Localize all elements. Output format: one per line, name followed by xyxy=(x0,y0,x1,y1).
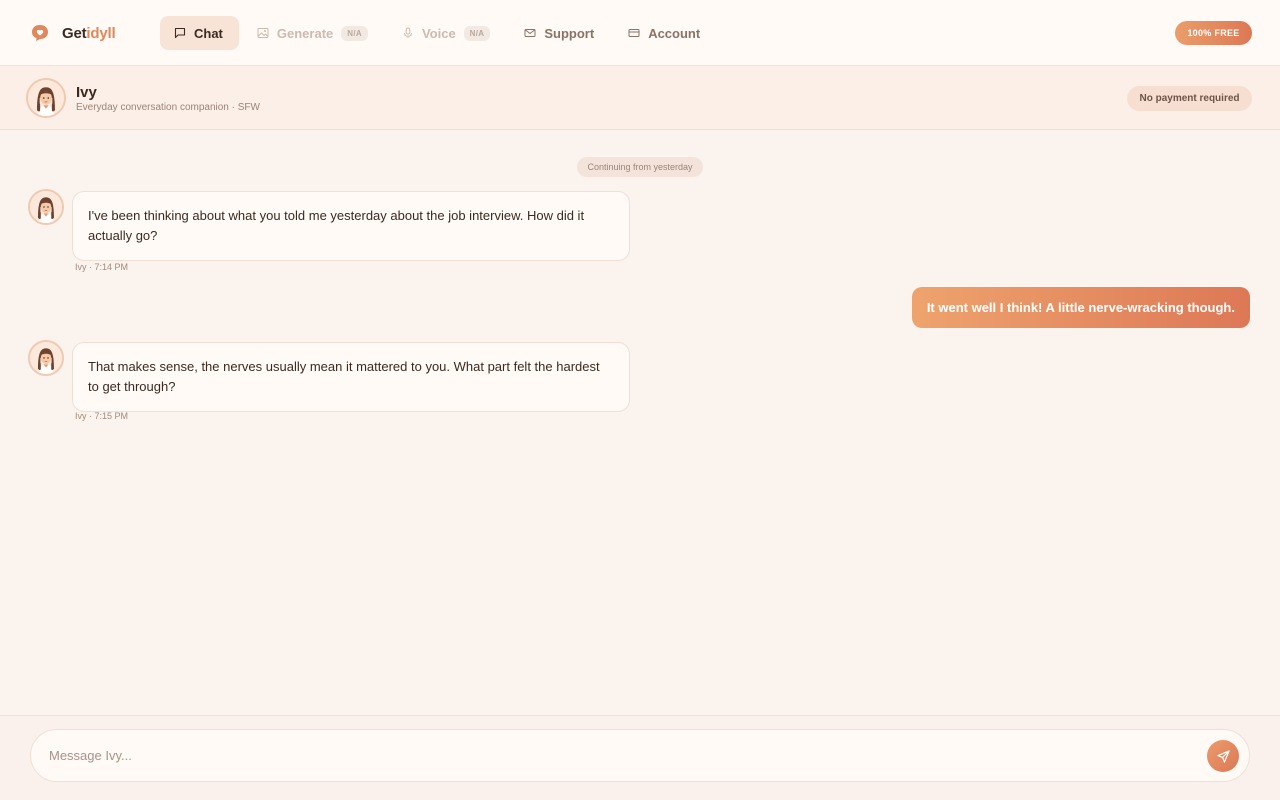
free-badge: 100% FREE xyxy=(1175,21,1252,45)
send-icon xyxy=(1216,749,1230,763)
card-icon xyxy=(628,29,640,37)
nav-voice-label: Voice xyxy=(421,25,456,41)
companion-subtitle: Everyday conversation companion · SFW xyxy=(76,102,260,113)
nav-chat-label: Chat xyxy=(194,25,223,41)
send-button[interactable] xyxy=(1207,740,1239,772)
message-input-wrapper xyxy=(30,729,1250,782)
nav-support-label: Support xyxy=(544,25,595,41)
bot-message-bubble: I've been thinking about what you told m… xyxy=(72,191,630,261)
message-meta: Ivy · 7:15 PM xyxy=(75,411,129,421)
bot-message-bubble: That makes sense, the nerves usually mea… xyxy=(72,342,630,412)
image-icon xyxy=(257,28,269,38)
chat-icon xyxy=(174,27,186,39)
avatar xyxy=(28,340,64,376)
nav-chat[interactable]: Chat xyxy=(160,16,239,50)
main-nav: Chat Generate N/A Voice N/A Support Acco… xyxy=(160,16,716,50)
nav-voice[interactable]: Voice N/A xyxy=(388,16,506,50)
na-badge: N/A xyxy=(341,25,368,41)
companion-header: Ivy Everyday conversation companion · SF… xyxy=(0,66,1280,130)
nav-support[interactable]: Support xyxy=(510,16,610,50)
message-input[interactable] xyxy=(49,730,1199,781)
top-nav-bar: Getidyll Chat Generate N/A Voice N/A Sup… xyxy=(0,0,1280,66)
nav-generate[interactable]: Generate N/A xyxy=(243,16,384,50)
ivy-avatar-icon xyxy=(28,80,64,116)
companion-name: Ivy xyxy=(76,84,97,101)
nav-account[interactable]: Account xyxy=(614,16,716,50)
chat-divider: Continuing from yesterday xyxy=(577,157,703,177)
heart-chat-icon xyxy=(32,25,48,41)
brand-logo[interactable]: Getidyll xyxy=(30,22,116,44)
avatar xyxy=(28,189,64,225)
message-meta: Ivy · 7:14 PM xyxy=(75,262,129,272)
mail-icon xyxy=(524,29,536,37)
brand-name: Getidyll xyxy=(62,24,116,42)
ivy-avatar-icon xyxy=(30,342,62,374)
avatar[interactable] xyxy=(26,78,66,118)
na-badge: N/A xyxy=(463,25,491,41)
message-composer xyxy=(0,715,1280,800)
ivy-avatar-icon xyxy=(30,191,62,223)
nav-account-label: Account xyxy=(648,25,701,41)
nav-generate-label: Generate xyxy=(276,25,334,41)
mic-icon xyxy=(403,27,412,38)
user-message-bubble: It went well I think! A little nerve-wra… xyxy=(911,287,1250,328)
status-badge: No payment required xyxy=(1127,86,1252,111)
